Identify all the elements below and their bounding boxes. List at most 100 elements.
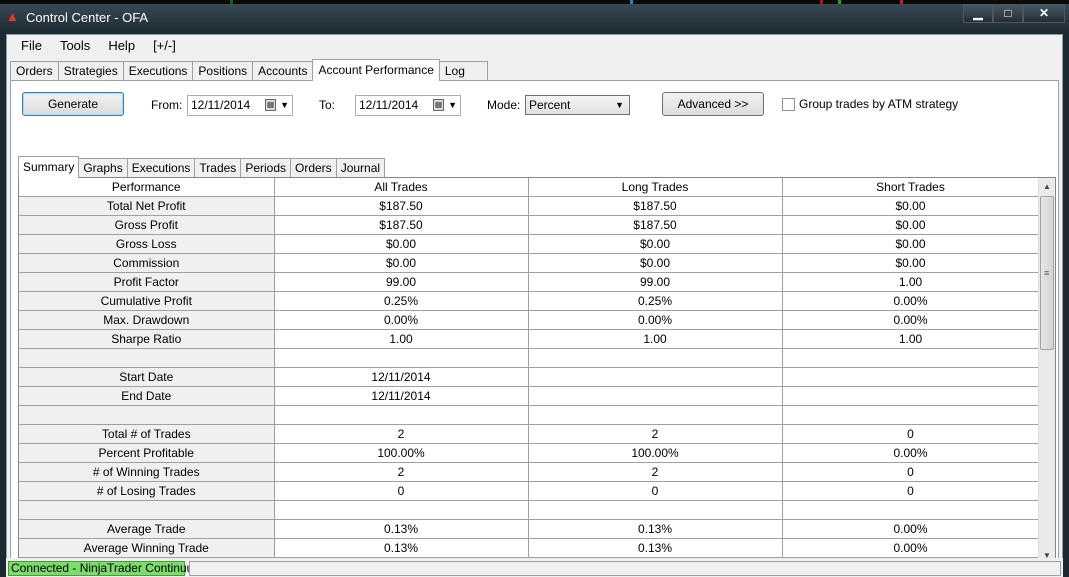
menu-expand-collapse[interactable]: [+/-] <box>144 35 185 57</box>
tab-executions[interactable]: Executions <box>122 61 194 81</box>
tab-trades[interactable]: Trades <box>194 158 242 178</box>
table-cell: 0 <box>782 462 1040 482</box>
table-cell: 0 <box>782 481 1040 501</box>
tab-strategies[interactable]: Strategies <box>57 61 124 81</box>
table-cell: 12/11/2014 <box>274 386 529 406</box>
table-cell: 0 <box>782 424 1040 444</box>
generate-button[interactable]: Generate <box>22 92 124 116</box>
tab-graphs[interactable]: Graphs <box>78 158 128 178</box>
table-cell: $0.00 <box>782 253 1040 273</box>
table-cell: 0.00% <box>782 310 1040 330</box>
vertical-scrollbar[interactable]: ▲ ≡ ▼ <box>1038 178 1055 564</box>
from-label: From: <box>151 98 183 112</box>
to-date-picker[interactable]: 12/11/2014 ▦ ▼ <box>355 95 461 116</box>
table-cell: 0.00% <box>782 519 1040 539</box>
column-header[interactable]: Long Trades <box>528 178 783 197</box>
calendar-icon[interactable]: ▦ <box>265 99 276 111</box>
advanced-button[interactable]: Advanced >> <box>662 92 764 116</box>
table-row[interactable]: Sharpe Ratio 1.00 1.00 1.00 <box>19 329 1040 349</box>
table-cell: $0.00 <box>274 234 529 254</box>
table-cell <box>782 348 1040 368</box>
table-row[interactable]: Start Date 12/11/2014 <box>19 367 1040 387</box>
table-cell: 0.13% <box>528 519 783 539</box>
tab-orders[interactable]: Orders <box>10 61 59 81</box>
maximize-button[interactable]: □ <box>993 4 1023 23</box>
column-header[interactable]: Short Trades <box>782 178 1040 197</box>
column-header[interactable]: Performance <box>19 178 275 197</box>
client-area: File Tools Help [+/-] Orders Strategies … <box>6 34 1063 573</box>
column-header[interactable]: All Trades <box>274 178 529 197</box>
status-bar: Connected - NinjaTrader Continuum <box>6 558 1063 577</box>
table-cell: 0 <box>528 481 783 501</box>
table-row[interactable]: End Date 12/11/2014 <box>19 386 1040 406</box>
table-row[interactable]: # of Losing Trades 0 0 0 <box>19 481 1040 501</box>
table-cell: 0.25% <box>528 291 783 311</box>
table-row[interactable]: Percent Profitable 100.00% 100.00% 0.00% <box>19 443 1040 463</box>
table-row[interactable] <box>19 348 1040 368</box>
table-row[interactable]: Average Winning Trade 0.13% 0.13% 0.00% <box>19 538 1040 558</box>
table-cell: 2 <box>274 462 529 482</box>
status-panel <box>189 561 1061 576</box>
performance-grid: Performance All Trades Long Trades Short… <box>18 177 1056 565</box>
table-row[interactable]: Average Trade 0.13% 0.13% 0.00% <box>19 519 1040 539</box>
chevron-down-icon[interactable]: ▼ <box>448 96 457 115</box>
menu-tools[interactable]: Tools <box>51 35 99 57</box>
tab-periods[interactable]: Periods <box>240 158 291 178</box>
table-row[interactable]: # of Winning Trades 2 2 0 <box>19 462 1040 482</box>
title-bar[interactable]: ▲ Control Center - OFA ▁ □ ✕ <box>0 4 1069 32</box>
menu-help[interactable]: Help <box>99 35 144 57</box>
group-by-atm-checkbox[interactable] <box>782 98 795 111</box>
row-label: Commission <box>19 253 275 273</box>
tab-log[interactable]: Log <box>438 61 488 81</box>
table-row[interactable]: Max. Drawdown 0.00% 0.00% 0.00% <box>19 310 1040 330</box>
tab-account-performance[interactable]: Account Performance <box>312 59 440 81</box>
table-cell: 0.00% <box>782 291 1040 311</box>
chevron-down-icon[interactable]: ▼ <box>280 96 289 115</box>
mode-select[interactable]: Percent ▼ <box>525 95 630 115</box>
table-row[interactable] <box>19 405 1040 425</box>
table-cell: 2 <box>528 424 783 444</box>
table-cell: 0.00% <box>782 443 1040 463</box>
tab-journal[interactable]: Journal <box>335 158 386 178</box>
table-cell: $0.00 <box>274 253 529 273</box>
connection-status: Connected - NinjaTrader Continuum <box>8 561 203 576</box>
close-button[interactable]: ✕ <box>1023 4 1065 23</box>
row-label: Cumulative Profit <box>19 291 275 311</box>
table-row[interactable]: Cumulative Profit 0.25% 0.25% 0.00% <box>19 291 1040 311</box>
tab-positions[interactable]: Positions <box>192 61 254 81</box>
table-cell <box>274 405 529 425</box>
table-cell: $0.00 <box>528 234 783 254</box>
table-cell: $187.50 <box>528 215 783 235</box>
table-cell: $0.00 <box>782 234 1040 254</box>
table-cell: 1.00 <box>782 329 1040 349</box>
menu-file[interactable]: File <box>7 35 51 57</box>
table-row[interactable]: Total Net Profit $187.50 $187.50 $0.00 <box>19 196 1040 216</box>
group-by-atm-label[interactable]: Group trades by ATM strategy <box>799 97 958 111</box>
minimize-button[interactable]: ▁ <box>963 4 993 23</box>
row-label: # of Losing Trades <box>19 481 275 501</box>
table-row[interactable]: Profit Factor 99.00 99.00 1.00 <box>19 272 1040 292</box>
row-label: Profit Factor <box>19 272 275 292</box>
table-row[interactable] <box>19 500 1040 520</box>
mode-value: Percent <box>529 98 571 112</box>
table-cell: 0.00% <box>528 310 783 330</box>
scroll-thumb[interactable]: ≡ <box>1040 196 1054 350</box>
scroll-up-icon[interactable]: ▲ <box>1039 178 1055 195</box>
row-label: Percent Profitable <box>19 443 275 463</box>
calendar-icon[interactable]: ▦ <box>433 99 444 111</box>
table-row[interactable]: Total # of Trades 2 2 0 <box>19 424 1040 444</box>
row-label <box>19 500 275 520</box>
tab-orders[interactable]: Orders <box>290 158 337 178</box>
row-label: Total Net Profit <box>19 196 275 216</box>
table-row[interactable]: Gross Loss $0.00 $0.00 $0.00 <box>19 234 1040 254</box>
table-cell: 1.00 <box>528 329 783 349</box>
from-date-picker[interactable]: 12/11/2014 ▦ ▼ <box>187 95 293 116</box>
row-label: Sharpe Ratio <box>19 329 275 349</box>
tab-summary[interactable]: Summary <box>18 156 80 178</box>
tab-accounts[interactable]: Accounts <box>252 61 314 81</box>
table-row[interactable]: Gross Profit $187.50 $187.50 $0.00 <box>19 215 1040 235</box>
table-cell: $187.50 <box>528 196 783 216</box>
to-date-value: 12/11/2014 <box>359 98 419 112</box>
table-row[interactable]: Commission $0.00 $0.00 $0.00 <box>19 253 1040 273</box>
tab-executions[interactable]: Executions <box>126 158 196 178</box>
